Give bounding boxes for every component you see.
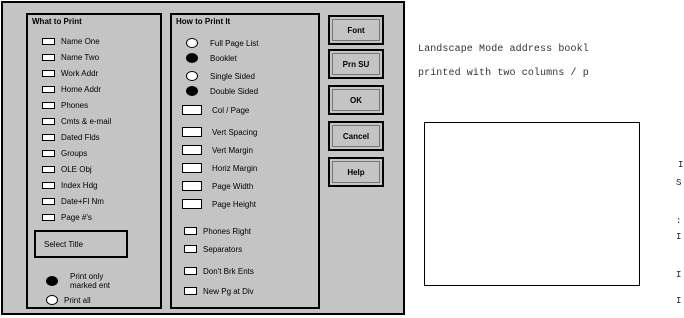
text-fragment: I — [676, 296, 682, 306]
field-vert-margin[interactable]: Vert Margin — [182, 143, 253, 157]
radio-selected[interactable] — [186, 86, 198, 96]
checkbox[interactable] — [42, 117, 55, 125]
prn-su-button[interactable]: Prn SU — [328, 49, 384, 79]
radio-unselected[interactable] — [46, 295, 58, 305]
checkbox[interactable] — [42, 133, 55, 141]
checkbox[interactable] — [42, 181, 55, 189]
font-button[interactable]: Font — [328, 15, 384, 45]
option-name-one[interactable]: Name One — [42, 35, 100, 47]
option-phones-right[interactable]: Phones Right — [184, 225, 251, 237]
option-dont-brk-ents[interactable]: Don't Brk Ents — [184, 265, 254, 277]
radio-booklet[interactable]: Booklet — [186, 52, 237, 64]
radio-single-sided[interactable]: Single Sided — [186, 70, 255, 82]
radio-print-all[interactable]: Print all — [46, 294, 91, 306]
description-line-1: Landscape Mode address bookl — [418, 44, 589, 55]
vert-spacing-input[interactable] — [182, 127, 202, 137]
radio-selected[interactable] — [46, 276, 58, 286]
radio-double-sided[interactable]: Double Sided — [186, 85, 258, 97]
ok-button[interactable]: OK — [328, 85, 384, 115]
checkbox[interactable] — [184, 245, 197, 253]
col-per-page-input[interactable] — [182, 105, 202, 115]
text-fragment: I — [676, 232, 682, 242]
checkbox[interactable] — [42, 69, 55, 77]
checkbox[interactable] — [184, 227, 197, 235]
field-page-width[interactable]: Page Width — [182, 179, 253, 193]
checkbox[interactable] — [184, 287, 197, 295]
field-vert-spacing[interactable]: Vert Spacing — [182, 125, 257, 139]
vert-margin-input[interactable] — [182, 145, 202, 155]
what-to-print-title: What to Print — [32, 17, 82, 26]
option-page-numbers[interactable]: Page #'s — [42, 211, 92, 223]
text-fragment: I — [678, 160, 684, 170]
checkbox[interactable] — [42, 149, 55, 157]
select-title-button[interactable]: Select Title — [34, 230, 128, 258]
text-fragment: S — [676, 178, 682, 188]
radio-full-page-list[interactable]: Full Page List — [186, 37, 258, 49]
option-work-addr[interactable]: Work Addr — [42, 67, 98, 79]
checkbox[interactable] — [42, 85, 55, 93]
option-new-pg-at-div[interactable]: New Pg at Div — [184, 285, 254, 297]
page-width-input[interactable] — [182, 181, 202, 191]
option-ole-obj[interactable]: OLE Obj — [42, 163, 92, 175]
layout-preview-box — [424, 122, 640, 286]
option-separators[interactable]: Separators — [184, 243, 242, 255]
field-horiz-margin[interactable]: Horiz Margin — [182, 161, 257, 175]
checkbox[interactable] — [42, 53, 55, 61]
checkbox[interactable] — [42, 37, 55, 45]
text-fragment: I — [676, 270, 682, 280]
radio-unselected[interactable] — [186, 38, 198, 48]
option-index-hdg[interactable]: Index Hdg — [42, 179, 97, 191]
print-dialog: What to Print Name One Name Two Work Add… — [1, 1, 405, 315]
page-height-input[interactable] — [182, 199, 202, 209]
radio-unselected[interactable] — [186, 71, 198, 81]
radio-selected[interactable] — [186, 53, 198, 63]
option-groups[interactable]: Groups — [42, 147, 87, 159]
checkbox[interactable] — [42, 197, 55, 205]
option-name-two[interactable]: Name Two — [42, 51, 99, 63]
checkbox[interactable] — [184, 267, 197, 275]
option-dated-flds[interactable]: Dated Flds — [42, 131, 100, 143]
help-button[interactable]: Help — [328, 157, 384, 187]
how-to-print-group: How to Print It Full Page List Booklet S… — [170, 13, 320, 309]
option-cmts-email[interactable]: Cmts & e-mail — [42, 115, 111, 127]
how-to-print-title: How to Print It — [176, 17, 231, 26]
text-fragment: : — [676, 216, 682, 226]
field-col-per-page[interactable]: Col / Page — [182, 103, 249, 117]
radio-print-only-marked[interactable]: Print only marked ent — [46, 269, 110, 293]
description-line-2: printed with two columns / p — [418, 68, 589, 79]
option-home-addr[interactable]: Home Addr — [42, 83, 101, 95]
option-phones[interactable]: Phones — [42, 99, 88, 111]
checkbox[interactable] — [42, 213, 55, 221]
what-to-print-group: What to Print Name One Name Two Work Add… — [26, 13, 162, 309]
field-page-height[interactable]: Page Height — [182, 197, 256, 211]
horiz-margin-input[interactable] — [182, 163, 202, 173]
option-date-fl-nm[interactable]: Date+Fl Nm — [42, 195, 104, 207]
cancel-button[interactable]: Cancel — [328, 121, 384, 151]
checkbox[interactable] — [42, 101, 55, 109]
checkbox[interactable] — [42, 165, 55, 173]
